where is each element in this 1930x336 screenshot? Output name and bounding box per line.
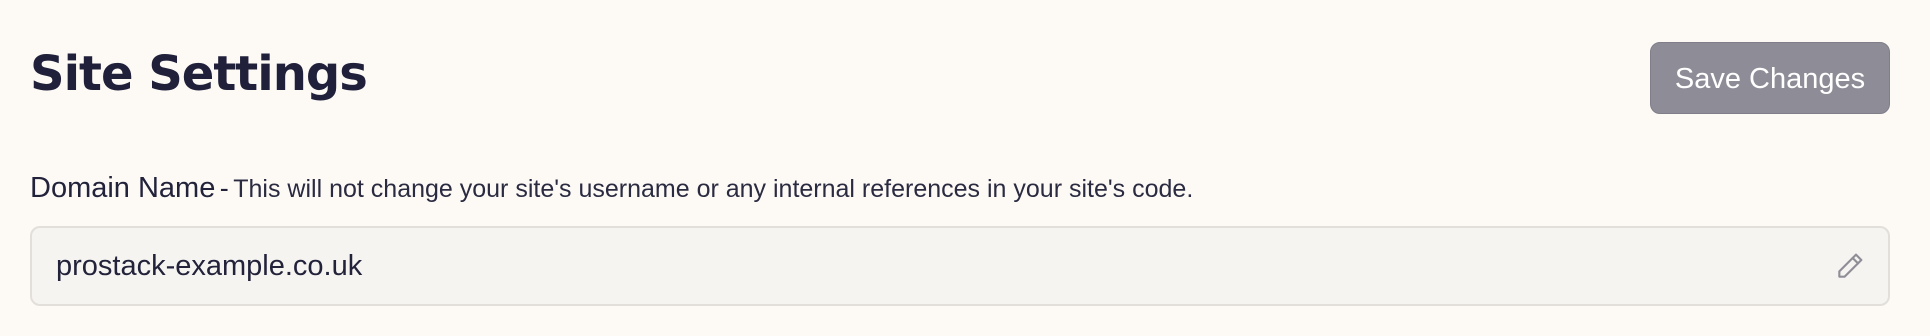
site-settings-page: Site Settings Save Changes Domain Name -… bbox=[30, 0, 1890, 336]
domain-name-label: Domain Name bbox=[30, 172, 216, 204]
domain-name-label-row: Domain Name - This will not change your … bbox=[30, 170, 1193, 211]
label-separator: - bbox=[219, 173, 229, 203]
save-changes-button[interactable]: Save Changes bbox=[1650, 42, 1890, 114]
page-title: Site Settings bbox=[30, 46, 368, 102]
domain-name-value: prostack-example.co.uk bbox=[56, 250, 363, 282]
pencil-icon[interactable] bbox=[1834, 250, 1866, 282]
header-row: Site Settings Save Changes bbox=[30, 40, 1890, 114]
domain-name-hint: This will not change your site's usernam… bbox=[233, 175, 1194, 203]
domain-name-field[interactable]: prostack-example.co.uk bbox=[30, 226, 1890, 306]
